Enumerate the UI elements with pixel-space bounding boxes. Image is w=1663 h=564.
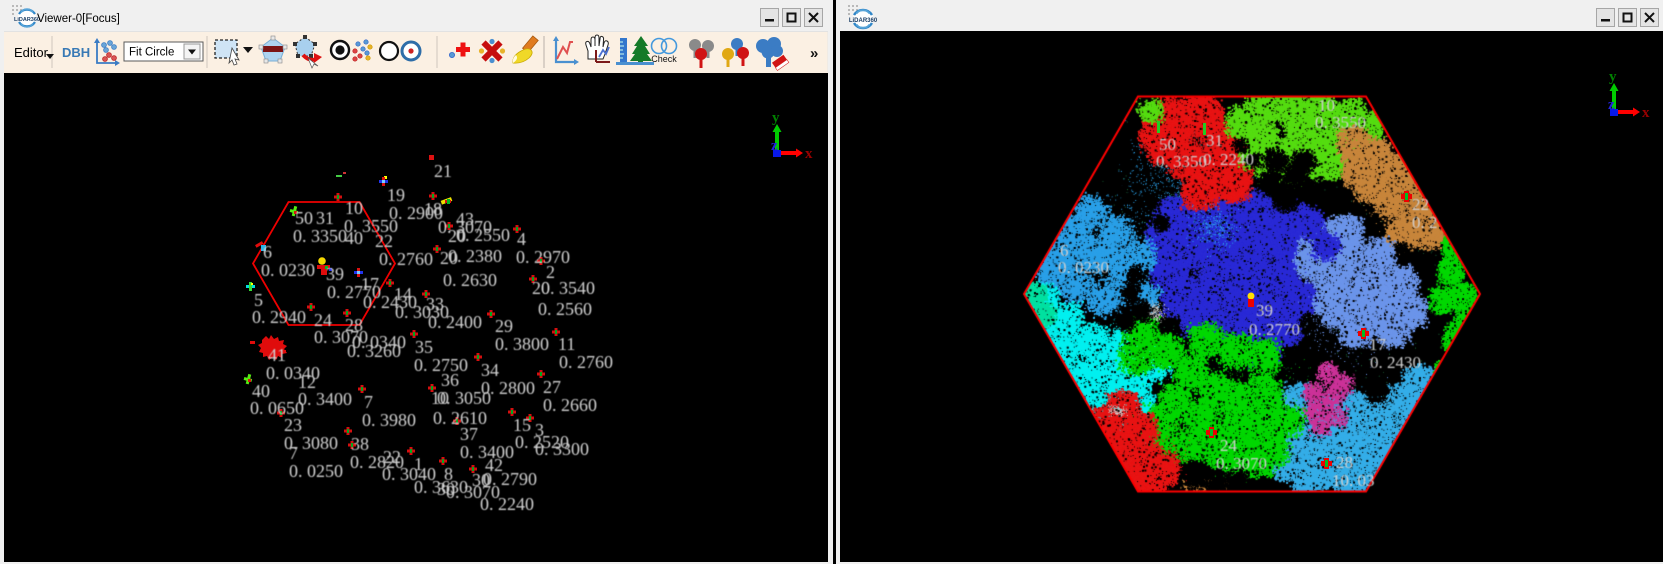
svg-text:0. 3070: 0. 3070 bbox=[1216, 454, 1267, 473]
svg-text:0. 0230: 0. 0230 bbox=[1058, 258, 1109, 277]
svg-text:0. 2430: 0. 2430 bbox=[1370, 353, 1421, 372]
svg-text:0. 2380: 0. 2380 bbox=[448, 246, 502, 266]
svg-text:23: 23 bbox=[284, 415, 302, 435]
svg-text:0. 0250: 0. 0250 bbox=[289, 461, 343, 481]
svg-text:10. 03: 10. 03 bbox=[1332, 471, 1375, 490]
svg-text:35: 35 bbox=[415, 337, 433, 357]
svg-text:30: 30 bbox=[437, 479, 455, 499]
svg-text:Viewer-0[Focus]: Viewer-0[Focus] bbox=[37, 13, 120, 25]
svg-text:36: 36 bbox=[441, 370, 459, 390]
svg-text:6: 6 bbox=[263, 242, 272, 262]
svg-text:0. 0230: 0. 0230 bbox=[261, 260, 315, 280]
svg-text:0. 2550: 0. 2550 bbox=[456, 225, 510, 245]
svg-text:31: 31 bbox=[316, 208, 334, 228]
svg-text:0. 3980: 0. 3980 bbox=[362, 410, 416, 430]
svg-text:21: 21 bbox=[434, 161, 452, 181]
svg-text:0. 2630: 0. 2630 bbox=[443, 270, 497, 290]
svg-text:31: 31 bbox=[1206, 131, 1223, 150]
svg-text:39: 39 bbox=[326, 264, 344, 284]
svg-text:0. 3300: 0. 3300 bbox=[535, 439, 589, 459]
svg-text:28: 28 bbox=[1336, 453, 1353, 472]
svg-text:7: 7 bbox=[364, 392, 373, 412]
svg-text:17: 17 bbox=[1369, 335, 1387, 354]
svg-text:0. 2800: 0. 2800 bbox=[481, 378, 535, 398]
svg-text:x: x bbox=[805, 146, 813, 162]
svg-text:11: 11 bbox=[558, 334, 575, 354]
svg-text:»: » bbox=[810, 45, 818, 62]
svg-text:0. 2760: 0. 2760 bbox=[559, 352, 613, 372]
svg-text:14: 14 bbox=[394, 284, 412, 304]
svg-text:0. 3800: 0. 3800 bbox=[495, 334, 549, 354]
svg-text:0. 2240: 0. 2240 bbox=[480, 494, 534, 514]
svg-text:34: 34 bbox=[481, 360, 499, 380]
svg-text:0. 2760: 0. 2760 bbox=[379, 249, 433, 269]
svg-text:0. 3550: 0. 3550 bbox=[1315, 113, 1366, 132]
svg-text:50: 50 bbox=[295, 208, 313, 228]
svg-text:24: 24 bbox=[1220, 436, 1238, 455]
svg-text:0. 3350: 0. 3350 bbox=[293, 226, 347, 246]
svg-text:1: 1 bbox=[414, 454, 423, 474]
svg-text:0. 2770: 0. 2770 bbox=[1249, 320, 1300, 339]
svg-text:0. 2940: 0. 2940 bbox=[252, 307, 306, 327]
svg-text:0. 2240: 0. 2240 bbox=[1203, 150, 1254, 169]
svg-text:29: 29 bbox=[495, 316, 513, 336]
svg-text:19: 19 bbox=[387, 185, 405, 205]
svg-text:22: 22 bbox=[375, 231, 393, 251]
svg-text:7: 7 bbox=[289, 443, 298, 463]
svg-text:37: 37 bbox=[460, 424, 478, 444]
svg-text:LiDAR360: LiDAR360 bbox=[849, 18, 878, 24]
svg-text:0. 3260: 0. 3260 bbox=[347, 341, 401, 361]
svg-text:41: 41 bbox=[268, 345, 286, 365]
svg-text:0. 2560: 0. 2560 bbox=[538, 299, 592, 319]
svg-text:Check: Check bbox=[651, 54, 677, 64]
svg-text:4: 4 bbox=[517, 229, 526, 249]
svg-text:0. 3400: 0. 3400 bbox=[298, 389, 352, 409]
svg-text:40: 40 bbox=[345, 228, 363, 248]
svg-text:DBH: DBH bbox=[62, 45, 90, 60]
svg-text:18: 18 bbox=[424, 199, 442, 219]
svg-text:0. 2400: 0. 2400 bbox=[428, 312, 482, 332]
svg-text:33: 33 bbox=[426, 294, 444, 314]
svg-text:22: 22 bbox=[1412, 195, 1429, 214]
svg-text:y: y bbox=[1609, 69, 1617, 85]
svg-text:Editor: Editor bbox=[14, 45, 49, 60]
svg-text:27: 27 bbox=[543, 377, 561, 397]
svg-text:0. 3540: 0. 3540 bbox=[541, 278, 595, 298]
svg-text:17: 17 bbox=[361, 274, 379, 294]
svg-text:38: 38 bbox=[351, 434, 369, 454]
svg-text:0. 2970: 0. 2970 bbox=[516, 247, 570, 267]
svg-text:x: x bbox=[1642, 105, 1650, 121]
svg-text:10: 10 bbox=[345, 198, 363, 218]
svg-text:0. 2660: 0. 2660 bbox=[543, 395, 597, 415]
svg-text:0. 2: 0. 2 bbox=[1412, 213, 1438, 232]
svg-text:y: y bbox=[772, 110, 780, 126]
svg-text:0. 3350: 0. 3350 bbox=[1156, 152, 1207, 171]
svg-text:Fit Circle: Fit Circle bbox=[129, 47, 174, 59]
svg-text:39: 39 bbox=[1256, 301, 1273, 320]
